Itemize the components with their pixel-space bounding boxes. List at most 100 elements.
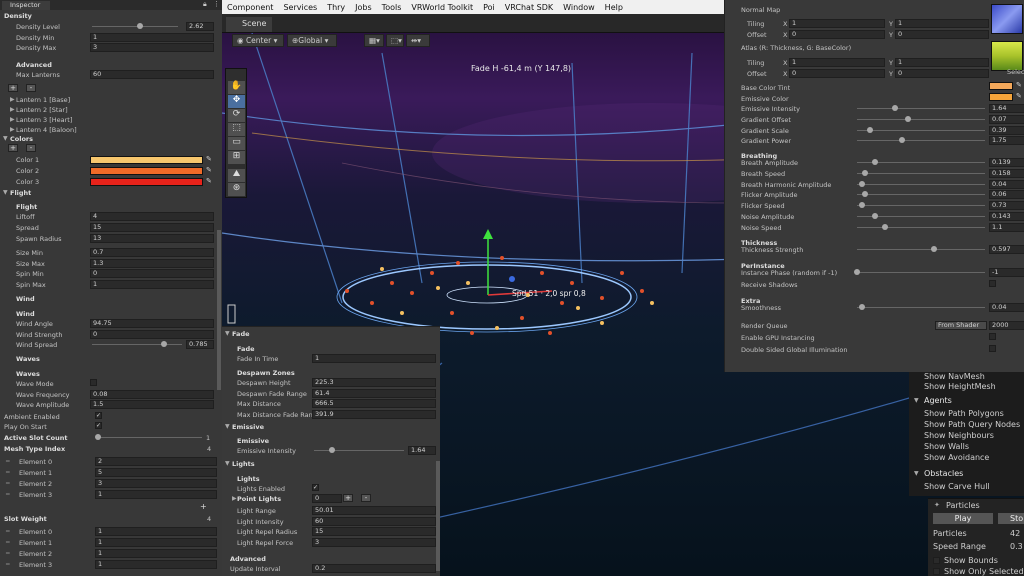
remove-point-light-button[interactable]: - xyxy=(361,494,371,502)
material-slider-field[interactable]: 1.75 xyxy=(989,136,1024,146)
fade-in-time-field[interactable]: 1 xyxy=(312,354,436,363)
light-field[interactable]: 15 xyxy=(312,527,436,536)
slider-track[interactable] xyxy=(857,205,985,207)
foldout-closed-icon[interactable]: ▶ xyxy=(232,495,237,502)
slider-track[interactable] xyxy=(314,450,404,451)
slider-track[interactable] xyxy=(857,272,985,273)
slider-track[interactable] xyxy=(857,226,985,228)
foldout-open-icon[interactable]: ▼ xyxy=(225,330,230,337)
material-slider-field[interactable]: 0.158 xyxy=(989,168,1024,178)
element-field[interactable]: 5 xyxy=(95,468,217,477)
add-lantern-button[interactable]: + xyxy=(8,84,18,92)
tab-scene[interactable]: Scene xyxy=(226,17,273,32)
slider-handle[interactable] xyxy=(137,23,144,29)
pivot-dropdown[interactable]: ◉ Center ▾ xyxy=(232,34,284,47)
play-on-start-checkbox[interactable]: ✓ xyxy=(95,422,102,429)
despawn-field[interactable]: 225.3 xyxy=(312,378,436,387)
remove-color-button[interactable]: - xyxy=(26,144,36,152)
material-slider-field[interactable]: 0.07 xyxy=(989,114,1024,124)
drag-handle-icon[interactable]: ═ xyxy=(6,491,10,498)
menu-item[interactable]: Component xyxy=(222,3,278,12)
light-field[interactable]: 50.01 xyxy=(312,506,436,515)
slider-handle[interactable] xyxy=(861,169,868,176)
slider-handle[interactable] xyxy=(859,180,866,187)
element-field[interactable]: 1 xyxy=(95,490,217,499)
slider-handle[interactable] xyxy=(866,126,873,133)
color-swatch[interactable] xyxy=(90,178,203,186)
slider-track[interactable] xyxy=(92,344,182,345)
slider-track[interactable] xyxy=(857,129,985,131)
wind-field[interactable]: 94.75 xyxy=(90,319,214,328)
align-button[interactable]: ⇹▾ xyxy=(406,34,430,47)
inspector-scrollbar[interactable] xyxy=(217,230,221,390)
size-field[interactable]: 0 xyxy=(90,269,214,278)
tab-inspector[interactable]: Inspector xyxy=(2,1,50,10)
rect-tool-icon[interactable]: ▭ xyxy=(228,137,245,150)
eyedropper-icon[interactable]: ✎ xyxy=(1016,81,1022,89)
material-slider-field[interactable]: 1.1 xyxy=(989,222,1024,232)
material-slider-field[interactable]: 0.139 xyxy=(989,158,1024,167)
offset-x-field[interactable]: 0 xyxy=(789,30,885,39)
slider-handle[interactable] xyxy=(859,304,866,310)
menu-item[interactable]: Window xyxy=(558,3,600,12)
eyedropper-icon[interactable]: ✎ xyxy=(1016,92,1022,100)
element-field[interactable]: 2 xyxy=(95,457,217,466)
custom-tool-icon[interactable]: ⛰ xyxy=(228,169,245,182)
slider-track[interactable] xyxy=(857,194,985,196)
density-min-field[interactable]: 1 xyxy=(90,33,214,42)
material-slider-field[interactable]: 0.597 xyxy=(989,245,1024,254)
foldout-open-icon[interactable]: ▼ xyxy=(225,423,230,430)
slider-track[interactable] xyxy=(857,108,985,109)
slider-handle[interactable] xyxy=(871,213,878,219)
atlas-thumbnail[interactable] xyxy=(991,41,1023,71)
slider-handle[interactable] xyxy=(871,159,878,165)
section-agents[interactable]: Agents xyxy=(924,396,952,405)
density-max-field[interactable]: 3 xyxy=(90,43,214,52)
slider-track[interactable] xyxy=(857,183,985,185)
foldout-open-icon[interactable]: ▼ xyxy=(3,135,8,142)
flight-field[interactable]: 15 xyxy=(90,223,214,232)
element-field[interactable]: 3 xyxy=(95,479,217,488)
slider-track[interactable] xyxy=(857,118,985,120)
slider-handle[interactable] xyxy=(930,246,937,252)
material-slider-field[interactable]: -1 xyxy=(989,268,1024,277)
foldout-closed-icon[interactable]: ▶ xyxy=(10,106,15,113)
material-slider-field[interactable]: 0.143 xyxy=(989,212,1024,221)
size-field[interactable]: 0.7 xyxy=(90,248,214,257)
flight-field[interactable]: 13 xyxy=(90,234,214,243)
space-dropdown[interactable]: ⊕Global ▾ xyxy=(287,34,337,47)
color-swatch[interactable] xyxy=(90,167,203,175)
material-slider-field[interactable]: 0.04 xyxy=(989,179,1024,189)
slider-handle[interactable] xyxy=(861,191,868,198)
particles-checkbox[interactable] xyxy=(933,557,940,564)
add-mesh-element-button[interactable]: + xyxy=(200,502,207,511)
eyedropper-icon[interactable]: ✎ xyxy=(206,166,212,174)
despawn-field[interactable]: 391.9 xyxy=(312,409,436,419)
scale-tool-icon[interactable]: ⬚ xyxy=(228,123,245,136)
material-slider-field[interactable]: 0.39 xyxy=(989,125,1024,135)
gpu-instancing-checkbox[interactable] xyxy=(989,333,996,340)
update-interval-field[interactable]: 0.2 xyxy=(312,564,436,573)
despawn-field[interactable]: 666.5 xyxy=(312,399,436,408)
slider-handle[interactable] xyxy=(161,341,167,347)
drag-handle-icon[interactable]: ═ xyxy=(6,458,10,465)
ambient-enabled-checkbox[interactable]: ✓ xyxy=(95,412,102,419)
custom-tool-2-icon[interactable]: ⊛ xyxy=(228,183,245,196)
slider-handle[interactable] xyxy=(905,115,912,122)
element-field[interactable]: 1 xyxy=(95,538,217,547)
transform-tool-icon[interactable]: ⊞ xyxy=(228,151,245,164)
stop-button[interactable]: Sto xyxy=(998,513,1024,524)
offset-y-field[interactable]: 0 xyxy=(895,69,989,78)
agent-debug-toggle[interactable]: Show Walls xyxy=(924,442,969,451)
foldout-open-icon[interactable]: ▼ xyxy=(225,460,230,467)
size-field[interactable]: 1 xyxy=(90,279,214,289)
foldout-closed-icon[interactable]: ▶ xyxy=(10,126,15,133)
hand-tool-icon[interactable]: ✋ xyxy=(228,81,245,94)
double-sided-gi-checkbox[interactable] xyxy=(989,345,996,352)
more-icon[interactable]: ⋮ xyxy=(213,0,220,8)
wind-spread-field[interactable]: 0.785 xyxy=(186,340,214,349)
tiling-y-field[interactable]: 1 xyxy=(895,19,989,28)
show-carve-hull-toggle[interactable]: Show Carve Hull xyxy=(924,482,990,491)
emissive-color-swatch[interactable] xyxy=(989,93,1013,101)
despawn-field[interactable]: 61.4 xyxy=(312,388,436,398)
